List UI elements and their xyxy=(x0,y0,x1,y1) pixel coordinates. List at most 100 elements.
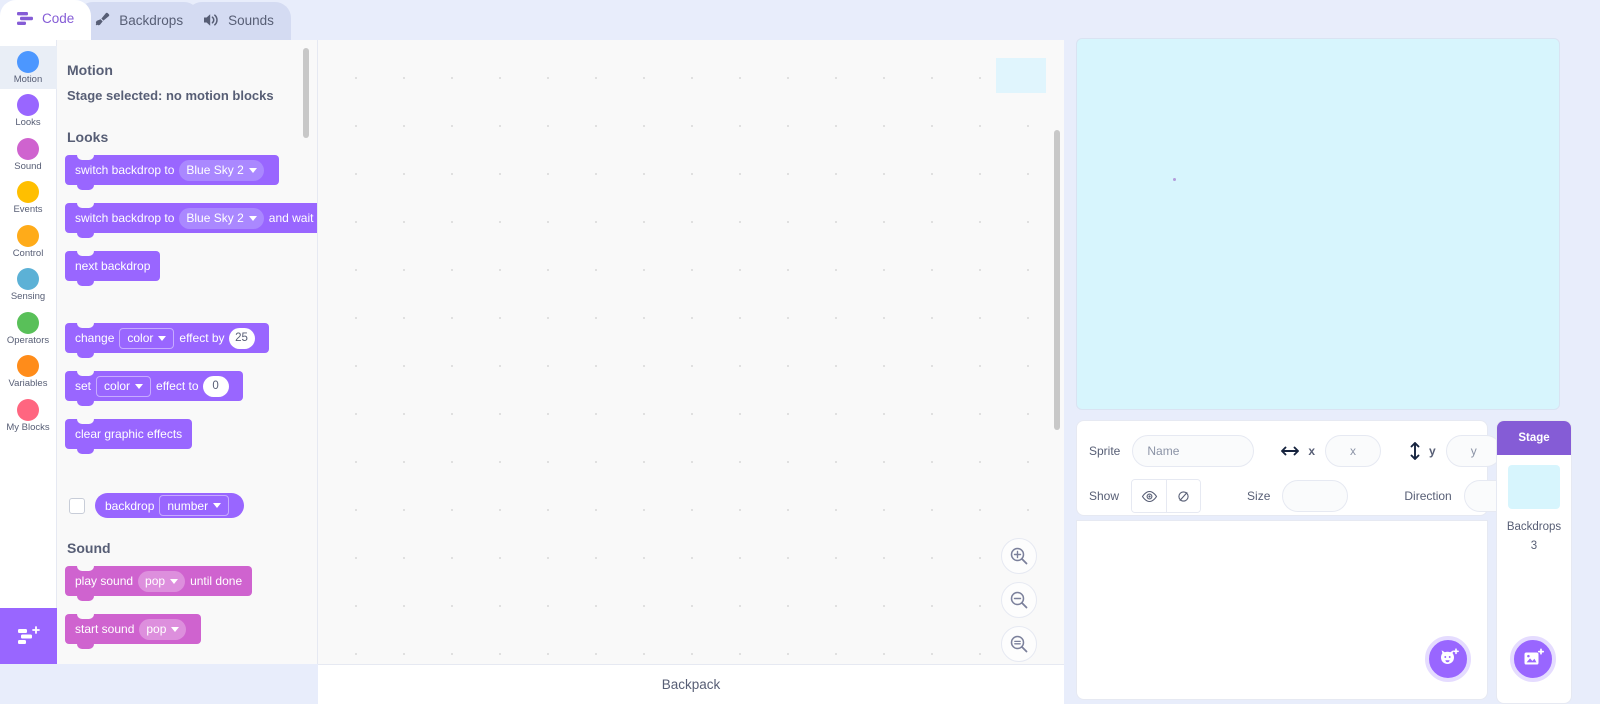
block-play-sound-until-done[interactable]: play sound pop until done xyxy=(65,566,253,601)
block-switch-backdrop-and-wait[interactable]: switch backdrop to Blue Sky 2 and wait xyxy=(65,203,318,238)
category-label: Events xyxy=(13,204,43,216)
eye-crossed-icon xyxy=(1178,490,1189,502)
chevron-down-icon xyxy=(213,503,222,508)
palette-motion-heading: Motion xyxy=(67,62,113,78)
category-control[interactable]: Control xyxy=(0,220,57,263)
dropdown-value: color xyxy=(104,379,131,393)
block-change-effect-by[interactable]: change color effect by 25 xyxy=(65,323,269,358)
block-label-suffix: and wait xyxy=(268,211,314,225)
zoom-out-button[interactable] xyxy=(1001,582,1037,618)
sound-dropdown[interactable]: pop xyxy=(138,570,186,592)
y-arrow-icon xyxy=(1409,441,1421,461)
hide-button[interactable] xyxy=(1166,480,1201,512)
block-label: clear graphic effects xyxy=(75,427,183,441)
category-variables[interactable]: Variables xyxy=(0,350,57,393)
dropdown-value: Blue Sky 2 xyxy=(186,163,244,177)
block-label: set xyxy=(75,379,92,393)
choose-backdrop-button[interactable] xyxy=(1510,636,1556,682)
dropdown-value: pop xyxy=(146,622,167,636)
block-label: backdrop xyxy=(105,498,155,513)
sprite-size-input[interactable] xyxy=(1282,480,1349,512)
effect-value-input[interactable]: 0 xyxy=(202,375,229,397)
category-label: My Blocks xyxy=(6,421,50,433)
palette-motion-message: Stage selected: no motion blocks xyxy=(67,88,274,103)
backdrop-dropdown[interactable]: Blue Sky 2 xyxy=(179,207,264,229)
stage-display[interactable] xyxy=(1076,38,1560,410)
category-color-dot xyxy=(17,355,39,378)
palette-scrollbar[interactable] xyxy=(303,48,309,138)
sprite-name-input[interactable]: Name xyxy=(1132,435,1255,467)
speaker-icon xyxy=(201,10,221,30)
category-color-dot xyxy=(17,268,39,291)
backpack-gutter xyxy=(0,664,318,704)
category-label: Motion xyxy=(13,74,43,85)
code-icon xyxy=(15,9,35,29)
sprite-list[interactable] xyxy=(1076,520,1488,700)
backdrop-reporter-row: backdrop number xyxy=(69,493,318,518)
category-sound[interactable]: Sound xyxy=(0,133,57,176)
sprite-name-label: Sprite xyxy=(1089,444,1121,458)
zoom-out-icon xyxy=(1010,591,1028,609)
x-arrow-icon xyxy=(1280,445,1300,457)
block-set-effect-to[interactable]: set color effect to 0 xyxy=(65,371,243,406)
zoom-reset-button[interactable] xyxy=(1001,626,1037,662)
backdrop-prop-dropdown[interactable]: number xyxy=(159,495,230,516)
backdrops-count: 3 xyxy=(1530,540,1538,552)
chevron-down-icon xyxy=(135,383,144,389)
tab-backdrops[interactable]: Backdrops xyxy=(77,2,201,40)
block-start-sound[interactable]: start sound pop xyxy=(65,614,202,649)
chevron-down-icon xyxy=(248,215,257,221)
effect-amount-input[interactable]: 25 xyxy=(228,327,255,349)
add-extension-button[interactable] xyxy=(0,608,57,664)
code-workspace[interactable] xyxy=(318,40,1064,664)
chevron-down-icon xyxy=(170,578,179,584)
sprite-y-input[interactable]: y xyxy=(1445,435,1502,467)
category-motion[interactable]: Motion xyxy=(0,46,57,90)
category-color-dot xyxy=(17,181,39,204)
sound-dropdown[interactable]: pop xyxy=(139,618,187,640)
show-button[interactable] xyxy=(1132,480,1167,512)
block-clear-graphic-effects[interactable]: clear graphic effects xyxy=(65,419,193,454)
workspace-zoom-controls xyxy=(1001,538,1037,662)
sprite-info-panel: Sprite Name x x y y Show Size Direction xyxy=(1076,420,1530,516)
block-switch-backdrop-to[interactable]: switch backdrop to Blue Sky 2 xyxy=(65,155,279,190)
effect-dropdown[interactable]: color xyxy=(96,375,152,397)
scratch-editor: Code Backdrops Sounds Motion Looks Sound… xyxy=(0,0,1600,704)
workspace-scrollbar[interactable] xyxy=(1054,130,1060,430)
block-label-mid: effect by xyxy=(179,331,225,345)
tab-code[interactable]: Code xyxy=(0,0,92,40)
category-sensing[interactable]: Sensing xyxy=(0,263,57,306)
category-color-dot xyxy=(17,398,39,421)
category-events[interactable]: Events xyxy=(0,176,57,219)
category-operators[interactable]: Operators xyxy=(0,307,57,350)
chevron-down-icon xyxy=(171,626,180,632)
category-label: Variables xyxy=(8,378,48,390)
zoom-in-button[interactable] xyxy=(1001,538,1037,574)
block-backdrop-reporter[interactable]: backdrop number xyxy=(95,493,245,518)
tab-code-label: Code xyxy=(42,11,75,26)
category-color-dot xyxy=(17,311,39,334)
block-palette[interactable]: Motion Stage selected: no motion blocks … xyxy=(57,40,318,664)
effect-dropdown[interactable]: color xyxy=(119,327,175,349)
block-next-backdrop[interactable]: next backdrop xyxy=(65,251,161,286)
stage-selector-title: Stage xyxy=(1497,421,1571,455)
palette-looks-heading: Looks xyxy=(67,129,109,145)
choose-sprite-button[interactable] xyxy=(1425,636,1471,682)
block-label: next backdrop xyxy=(75,259,151,273)
category-color-dot xyxy=(17,224,39,247)
backpack-bar[interactable]: Backpack xyxy=(318,664,1064,704)
backdrop-dropdown[interactable]: Blue Sky 2 xyxy=(179,159,264,181)
sprite-x-input[interactable]: x xyxy=(1325,435,1382,467)
tab-sounds-label: Sounds xyxy=(228,12,274,28)
block-label: start sound xyxy=(75,622,135,636)
dropdown-value: pop xyxy=(145,574,166,588)
zoom-in-icon xyxy=(1010,547,1028,565)
stage-thumbnail xyxy=(1508,465,1560,509)
block-label: switch backdrop to xyxy=(75,211,175,225)
category-my-blocks[interactable]: My Blocks xyxy=(0,394,57,437)
backdrop-monitor-checkbox[interactable] xyxy=(69,497,85,514)
category-looks[interactable]: Looks xyxy=(0,89,57,132)
drop-target-hint xyxy=(996,58,1046,93)
tab-sounds[interactable]: Sounds xyxy=(186,2,291,40)
block-category-list: Motion Looks Sound Events Control Sensing Oper… xyxy=(0,40,57,664)
